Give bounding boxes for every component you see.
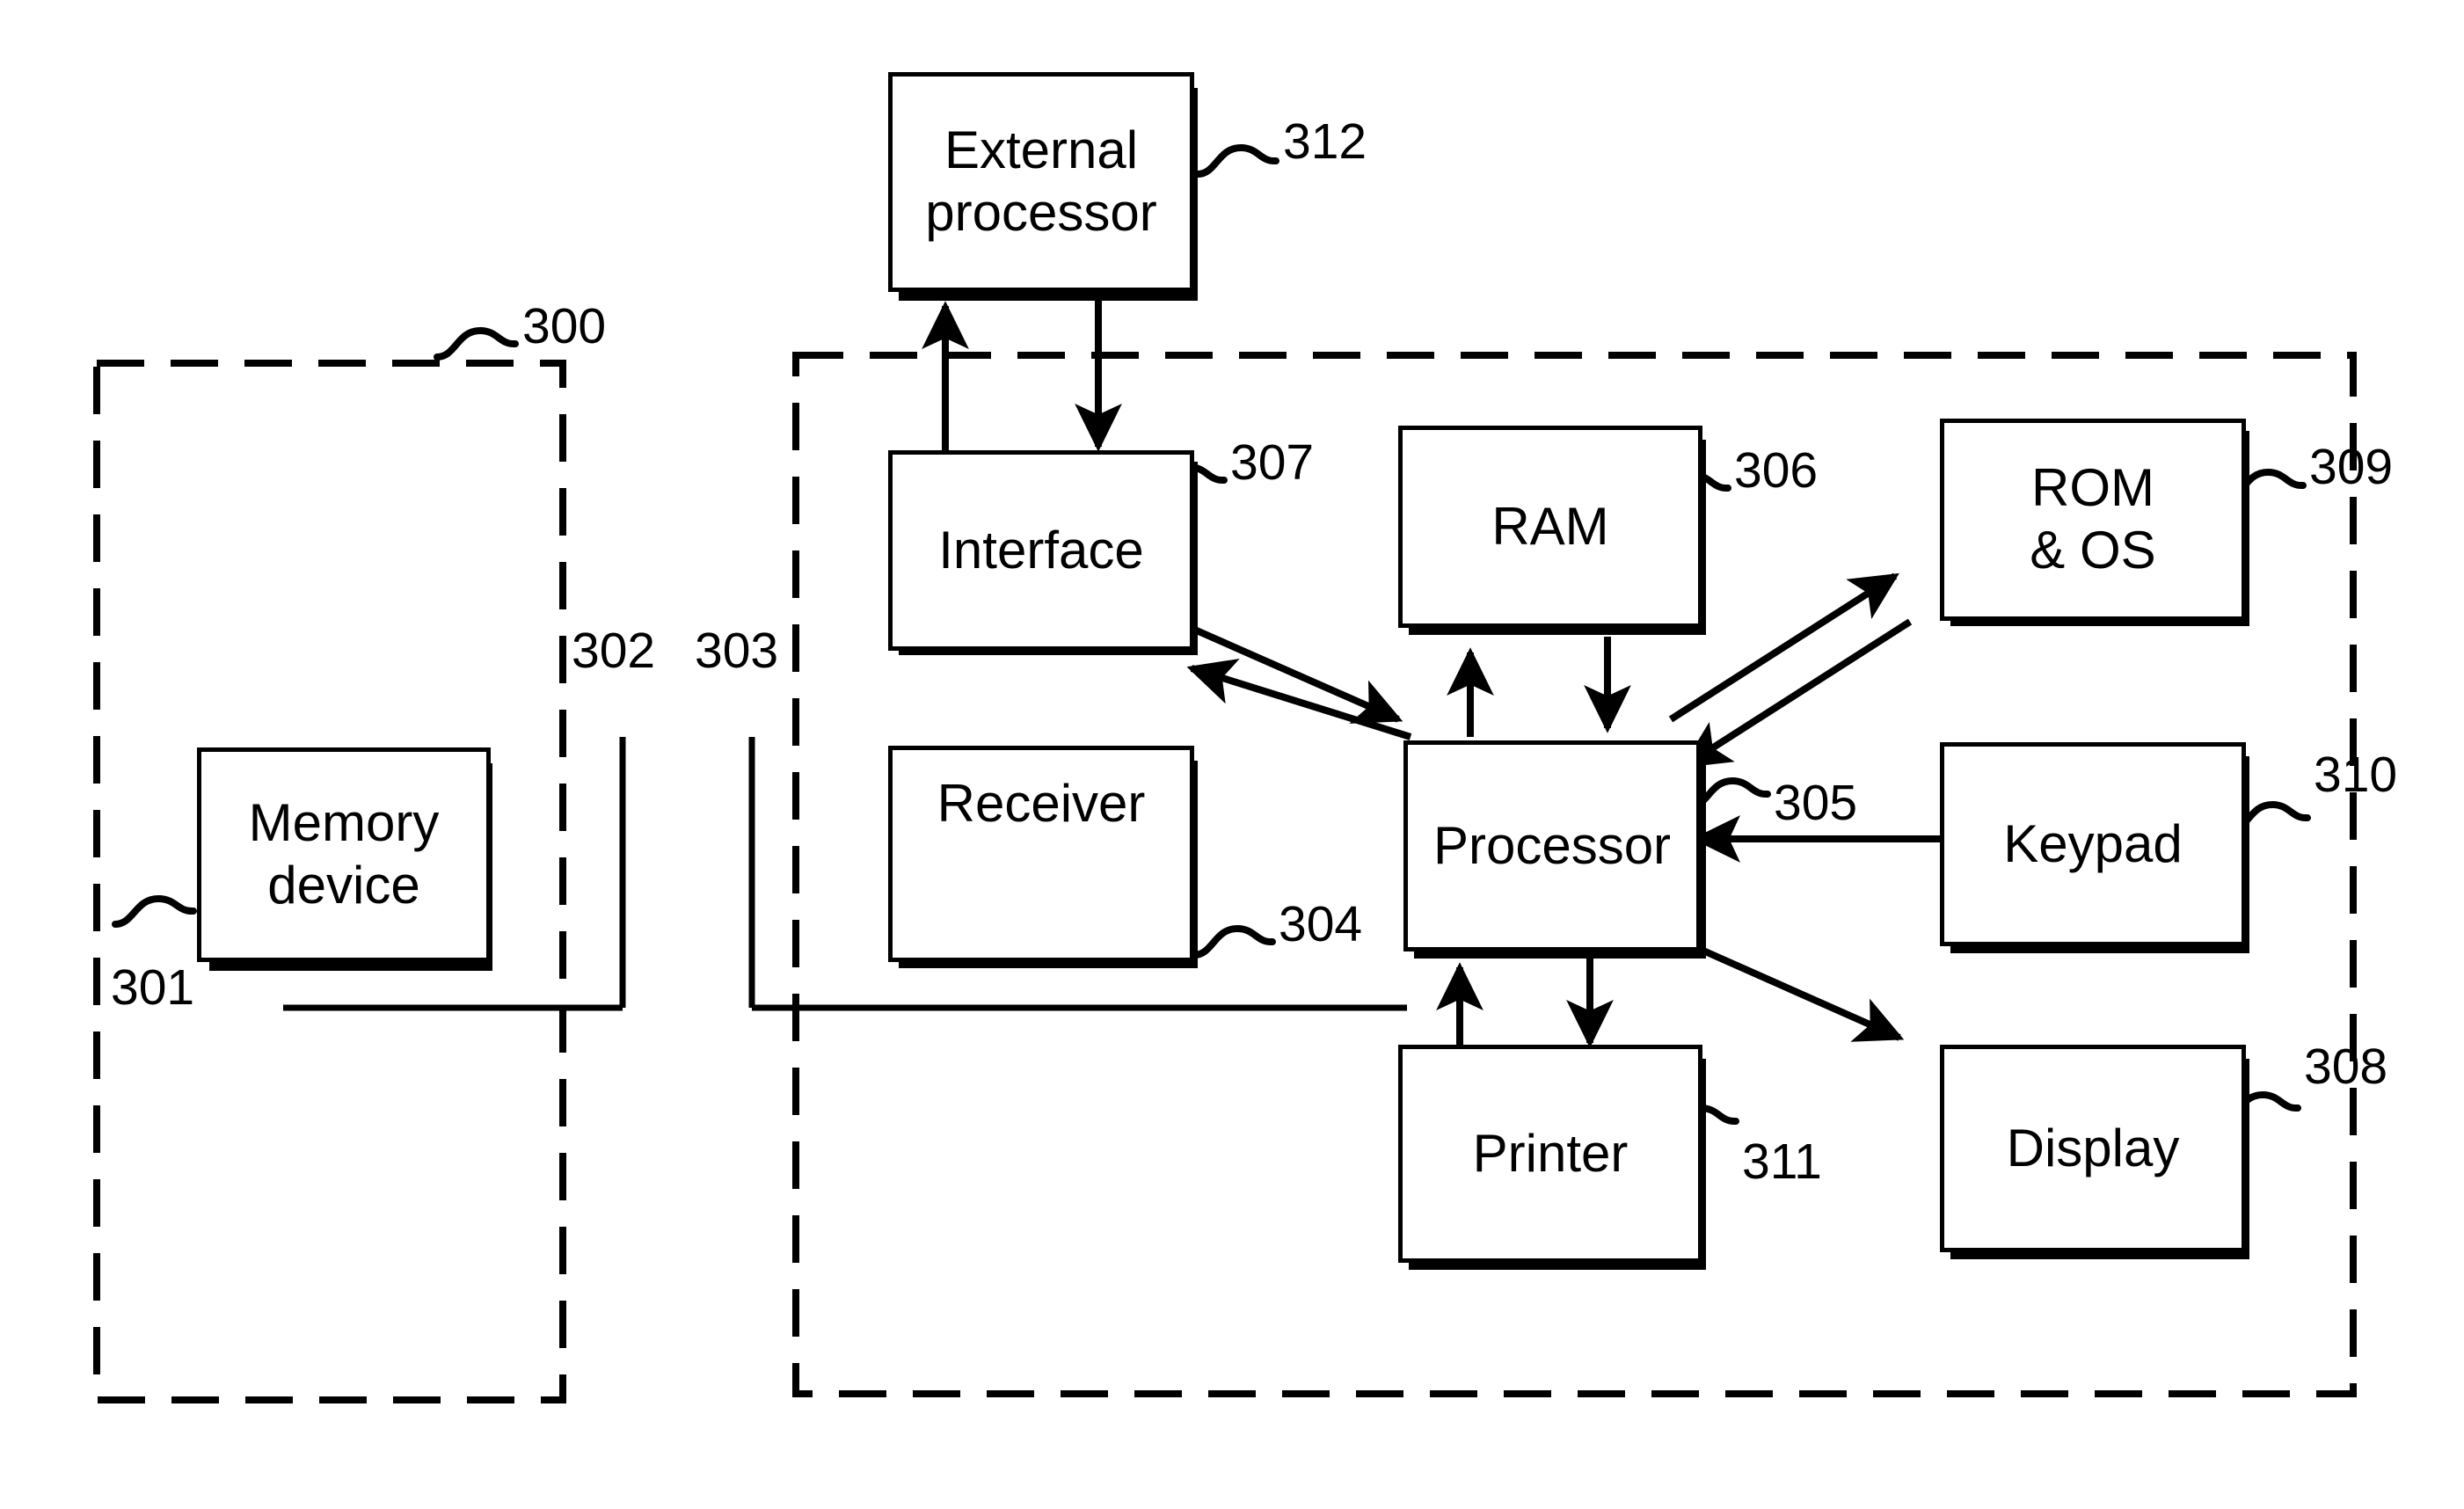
numeral-308: 308 xyxy=(2304,1039,2388,1095)
block-receiver[interactable]: Receiver xyxy=(888,746,1194,962)
receiver-label: Receiver xyxy=(937,774,1146,833)
lead-line-304 xyxy=(1191,924,1276,959)
lead-line-312 xyxy=(1194,143,1279,178)
interface-externalprocessor-arrows xyxy=(922,290,1122,454)
numeral-302: 302 xyxy=(572,623,656,679)
numeral-311: 311 xyxy=(1742,1134,1822,1190)
lead-line-301 xyxy=(112,894,197,928)
numeral-310: 310 xyxy=(2314,747,2398,803)
block-ram[interactable]: RAM xyxy=(1398,426,1702,628)
numeral-306: 306 xyxy=(1734,442,1819,499)
block-interface[interactable]: Interface xyxy=(888,450,1194,651)
processor-ram-arrows xyxy=(1447,637,1631,737)
block-processor[interactable]: Processor xyxy=(1403,740,1701,951)
ram-label: RAM xyxy=(1491,496,1609,556)
block-keypad[interactable]: Keypad xyxy=(1940,742,2246,946)
block-memory-device[interactable]: Memory device xyxy=(197,747,491,962)
external-processor-label: External processor xyxy=(925,120,1157,242)
rom-and-os-label: ROM & OS xyxy=(2030,458,2156,580)
block-rom-and-os[interactable]: ROM & OS xyxy=(1940,419,2246,621)
numeral-309: 309 xyxy=(2309,439,2394,495)
numeral-301: 301 xyxy=(111,959,195,1016)
lead-line-300 xyxy=(434,326,519,361)
block-display[interactable]: Display xyxy=(1940,1045,2246,1252)
block-external-processor[interactable]: External processor xyxy=(888,72,1194,292)
numeral-307: 307 xyxy=(1230,434,1315,491)
numeral-300: 300 xyxy=(522,298,607,354)
interface-processor-arrows xyxy=(1175,618,1412,740)
processor-display-arrow xyxy=(1680,937,1905,1042)
display-label: Display xyxy=(2006,1118,2180,1177)
block-printer[interactable]: Printer xyxy=(1398,1045,1702,1263)
numeral-312: 312 xyxy=(1283,113,1367,170)
numeral-304: 304 xyxy=(1279,896,1363,952)
patent-figure: External processor Interface RAM ROM & OS … xyxy=(0,0,2464,1509)
printer-label: Printer xyxy=(1472,1123,1629,1183)
memory-device-label: Memory device xyxy=(248,793,440,915)
numeral-305: 305 xyxy=(1774,775,1858,831)
processor-label: Processor xyxy=(1432,815,1672,875)
numeral-303: 303 xyxy=(695,623,779,679)
processor-printer-arrows xyxy=(1436,953,1614,1052)
interface-label: Interface xyxy=(938,520,1144,580)
processor-rom-arrows xyxy=(1668,572,1913,769)
keypad-label: Keypad xyxy=(2003,813,2183,873)
